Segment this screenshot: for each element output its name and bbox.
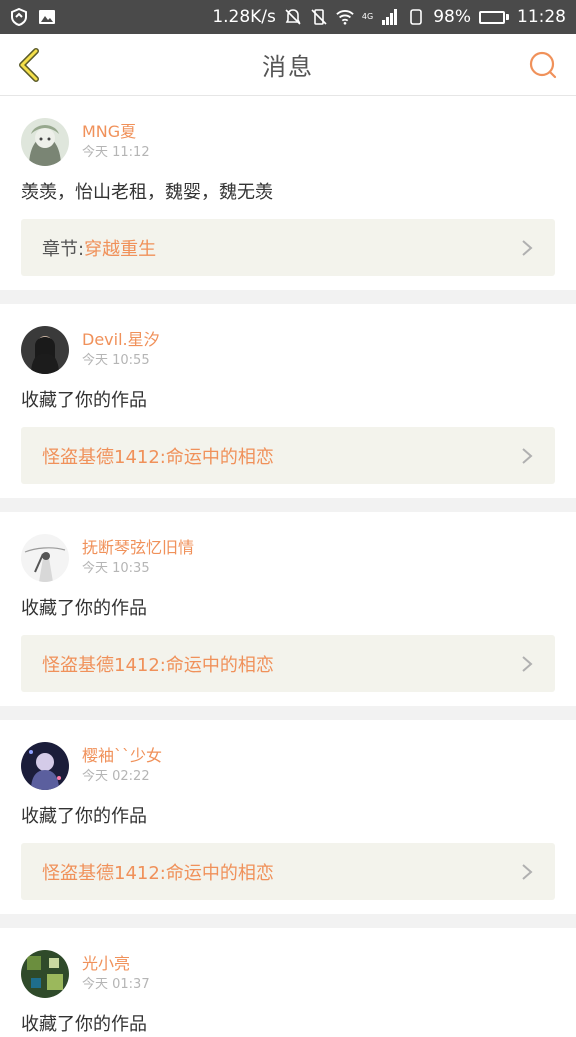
avatar[interactable] <box>21 533 69 582</box>
username[interactable]: 光小亮 <box>82 954 150 974</box>
divider <box>0 706 576 720</box>
mute-icon <box>285 9 301 25</box>
avatar[interactable] <box>21 117 69 166</box>
image-icon <box>39 10 55 24</box>
chevron-right-icon <box>522 239 533 256</box>
card-prefix: 章节: <box>42 238 85 260</box>
clock: 11:28 <box>517 7 566 27</box>
chevron-right-icon <box>522 863 533 880</box>
message-item: 光小亮 今天 01:37 收藏了你的作品 <box>0 928 576 1037</box>
message-list: MNG夏 今天 11:12 羡羡，怡山老租，魏婴，魏无羡 章节:穿越重生 Dev… <box>0 96 576 1037</box>
back-arrow-icon[interactable] <box>14 48 44 82</box>
timestamp: 今天 01:37 <box>82 976 150 992</box>
timestamp: 今天 10:55 <box>82 352 150 368</box>
work-link-card[interactable]: 章节:穿越重生 <box>21 219 555 276</box>
avatar[interactable] <box>21 949 69 998</box>
divider <box>0 498 576 512</box>
timestamp: 今天 11:12 <box>82 144 150 160</box>
card-title: 怪盗基德1412:命运中的相恋 <box>42 446 274 468</box>
divider <box>0 914 576 928</box>
card-title: 怪盗基德1412:命运中的相恋 <box>42 862 274 884</box>
avatar[interactable] <box>21 325 69 374</box>
timestamp: 今天 02:22 <box>82 768 150 784</box>
page-title: 消息 <box>262 53 314 81</box>
search-icon[interactable] <box>528 50 558 80</box>
work-link-card[interactable]: 怪盗基德1412:命运中的相恋 <box>21 635 555 692</box>
message-item: Devil.星汐 今天 10:55 收藏了你的作品 怪盗基德1412:命运中的相… <box>0 304 576 512</box>
divider <box>0 290 576 304</box>
card-title: 穿越重生 <box>84 238 157 260</box>
battery-icon <box>479 10 509 24</box>
message-item: MNG夏 今天 11:12 羡羡，怡山老租，魏婴，魏无羡 章节:穿越重生 <box>0 96 576 304</box>
wifi-icon <box>336 10 354 25</box>
message-content: 收藏了你的作品 <box>21 806 147 827</box>
message-content: 羡羡，怡山老租，魏婴，魏无羡 <box>21 182 273 203</box>
card-title: 怪盗基德1412:命运中的相恋 <box>42 654 274 676</box>
vibrate-off-icon <box>311 9 327 25</box>
status-bar: 1.28K/s 4G 98% 11:28 <box>0 0 576 34</box>
chevron-right-icon <box>522 655 533 672</box>
battery-percent: 98% <box>433 7 471 27</box>
message-item: 抚断琴弦忆旧情 今天 10:35 收藏了你的作品 怪盗基德1412:命运中的相恋 <box>0 512 576 720</box>
card-label: 章节:穿越重生 <box>42 235 156 261</box>
username[interactable]: Devil.星汐 <box>82 330 160 350</box>
message-content: 收藏了你的作品 <box>21 390 147 411</box>
timestamp: 今天 10:35 <box>82 560 150 576</box>
chevron-right-icon <box>522 447 533 464</box>
work-link-card[interactable]: 怪盗基德1412:命运中的相恋 <box>21 843 555 900</box>
shield-icon <box>11 8 27 26</box>
username[interactable]: 抚断琴弦忆旧情 <box>82 538 194 558</box>
sim-icon <box>410 9 423 25</box>
app-header: 消息 <box>0 34 576 96</box>
message-content: 收藏了你的作品 <box>21 598 147 619</box>
avatar[interactable] <box>21 741 69 790</box>
username[interactable]: MNG夏 <box>82 122 150 142</box>
message-item: 樱袖``少女 今天 02:22 收藏了你的作品 怪盗基德1412:命运中的相恋 <box>0 720 576 928</box>
username[interactable]: 樱袖``少女 <box>82 746 162 766</box>
signal-icon <box>382 9 398 25</box>
message-content: 收藏了你的作品 <box>21 1014 147 1035</box>
work-link-card[interactable]: 怪盗基德1412:命运中的相恋 <box>21 427 555 484</box>
network-speed: 1.28K/s <box>212 7 276 27</box>
network-type: 4G <box>361 12 374 21</box>
